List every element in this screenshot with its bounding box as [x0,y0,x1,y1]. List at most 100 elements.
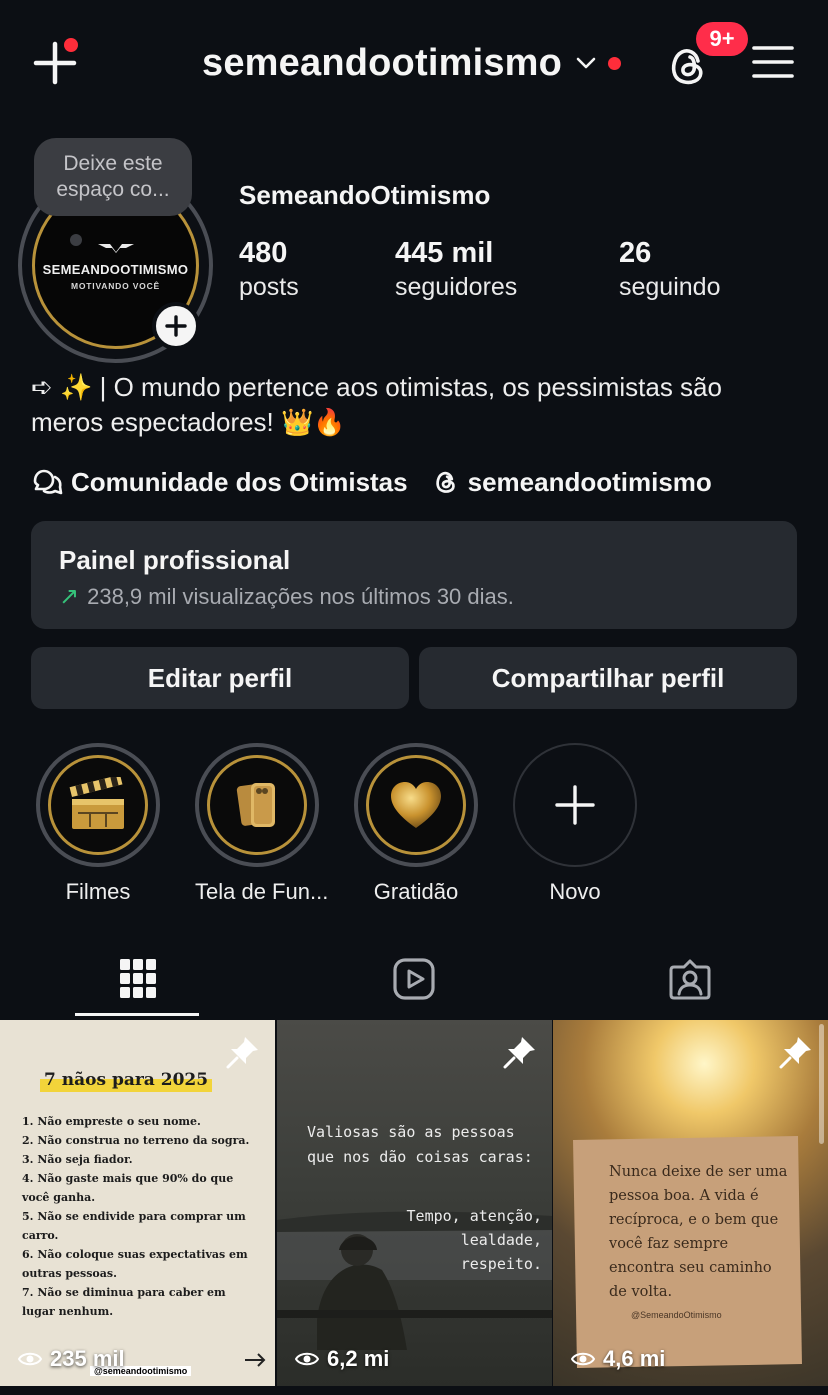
threads-link[interactable]: semeandootimismo [432,467,712,498]
stat-label: posts [239,273,299,301]
bio: ➪ ✨ | O mundo pertence aos otimistas, os… [31,372,722,437]
highlight-ring [36,743,160,867]
stat-following[interactable]: 26 seguindo [619,236,720,304]
professional-dashboard[interactable]: Painel profissional ↗ 238,9 mil visualiz… [31,521,797,629]
post-list-item: 7. Não se diminua para caber em lugar ne… [22,1286,226,1318]
stat-posts[interactable]: 480 posts [239,236,299,304]
post-thumbnail[interactable]: Nunca deixe de ser uma pessoa boa. A vid… [553,1020,828,1386]
post-text-bottom: Tempo, atenção, lealdade, respeito. [406,1207,542,1273]
pin-icon [226,1037,258,1069]
threads-icon [435,471,455,493]
highlight-tela-de-fundo[interactable]: Tela de Fun... [195,743,328,905]
logo-wings-icon [97,244,134,253]
dashboard-title: Painel profissional [59,545,291,575]
profile-tabs [0,940,828,1018]
stat-value: 445 mil [395,237,494,269]
top-bar: semeandootimismo 9+ [0,0,828,125]
stat-value: 26 [619,237,652,269]
trend-up-icon: ↗ [59,583,80,610]
menu-button[interactable] [752,44,794,80]
account-alert-dot [608,56,622,70]
highlight-cover [366,755,466,855]
highlight-cover [207,755,307,855]
notification-badge: 9+ [696,22,748,56]
avatar-tagline: MOTIVANDO VOCÊ [71,281,160,291]
avatar-brand: SEMEANDOOTIMISMO [42,262,189,277]
threads-link-label: semeandootimismo [467,466,712,497]
stat-value: 480 [239,237,288,269]
post-photo-lake [277,1211,552,1350]
post-list-item: 5. Não se endivide para comprar um carro… [22,1210,246,1242]
account-switcher[interactable]: semeandootimismo [202,38,622,88]
highlight-label: Novo [549,879,601,904]
plus-icon [555,785,595,825]
tab-posts[interactable] [0,940,276,1018]
clapperboard-icon [69,777,124,829]
scrollbar[interactable] [819,1024,824,1144]
active-tab-indicator [75,1013,199,1016]
new-highlight-circle [513,743,637,867]
post-list-item: 1. Não empreste o seu nome. [22,1115,201,1128]
highlight-filmes[interactable]: Filmes [36,743,160,905]
post-text: Nunca deixe de ser uma pessoa boa. A vid… [609,1164,788,1300]
highlight-label: Filmes [65,879,131,904]
phone-icon [236,783,275,827]
post-view-count: 4,6 mi [603,1346,666,1371]
highlight-cover [48,755,148,855]
profile-links: Comunidade dos Otimistas semeandootimism… [31,463,712,501]
post-thumbnail[interactable]: 7 nãos para 2025 1. Não empreste o seu n… [0,1020,275,1386]
post-views: 6,2 mi [295,1346,389,1372]
grid-icon [120,959,156,998]
display-name: SemeandoOtimismo [239,180,491,210]
highlight-ring [354,743,478,867]
new-highlight-button[interactable]: Novo [513,743,637,905]
note-text: Deixe este espaço co... [56,152,170,201]
post-views: 235 mil [18,1346,125,1372]
post-list-item: 3. Não seja fiador. [22,1153,133,1166]
eye-icon [295,1352,319,1366]
post-views: 4,6 mi [571,1346,665,1372]
post-list-item: 6. Não coloque suas expectativas em outr… [22,1248,248,1280]
stat-label: seguindo [619,273,721,301]
post-view-count: 235 mil [50,1346,125,1371]
post-title: 7 nãos para 2025 [40,1068,213,1092]
post-text-top: Valiosas são as pessoas que nos dão cois… [307,1123,533,1166]
reels-icon [393,958,435,1000]
dashboard-views: 238,9 mil visualizações nos últimos 30 d… [87,583,514,609]
post-thumbnail[interactable]: Valiosas são as pessoas que nos dão cois… [277,1020,552,1386]
menu-icon [752,46,794,78]
add-story-button[interactable] [152,302,200,350]
username: semeandootimismo [202,41,563,84]
note-bubble-tail [70,234,82,246]
new-post-button[interactable] [30,38,80,88]
tagged-icon [669,959,711,1000]
stat-followers[interactable]: 445 mil seguidores [395,236,517,304]
note-bubble[interactable]: Deixe este espaço co... [34,138,192,216]
highlight-ring [195,743,319,867]
post-list-item: 2. Não construa no terreno da sogra. [22,1134,250,1147]
plus-icon [165,315,187,337]
community-link-label: Comunidade dos Otimistas [71,466,408,497]
swipe-arrow-icon [245,1353,266,1367]
chevron-down-icon [576,57,596,69]
eye-icon [18,1352,42,1366]
eye-icon [571,1352,595,1366]
share-profile-button[interactable]: Compartilhar perfil [419,647,797,709]
post-view-count: 6,2 mi [327,1346,390,1371]
community-link[interactable]: Comunidade dos Otimistas [31,467,408,498]
edit-profile-button[interactable]: Editar perfil [31,647,409,709]
post-list: 1. Não empreste o seu nome. 2. Não const… [22,1112,262,1321]
community-icon [33,469,63,495]
dashboard-subtitle: ↗ 238,9 mil visualizações nos últimos 30… [59,582,769,611]
post-handle: @SemeandoOtimismo [631,1310,722,1320]
pin-icon [779,1037,811,1069]
new-post-dot [64,38,78,52]
tab-reels[interactable] [276,940,552,1018]
tab-tagged[interactable] [552,940,828,1018]
stat-label: seguidores [395,273,518,301]
posts-grid: 7 nãos para 2025 1. Não empreste o seu n… [0,1020,828,1395]
heart-icon [391,782,441,828]
highlight-label: Gratidão [373,879,459,904]
highlight-gratidao[interactable]: Gratidão [354,743,478,905]
post-list-item: 4. Não gaste mais que 90% do que você ga… [22,1172,234,1204]
